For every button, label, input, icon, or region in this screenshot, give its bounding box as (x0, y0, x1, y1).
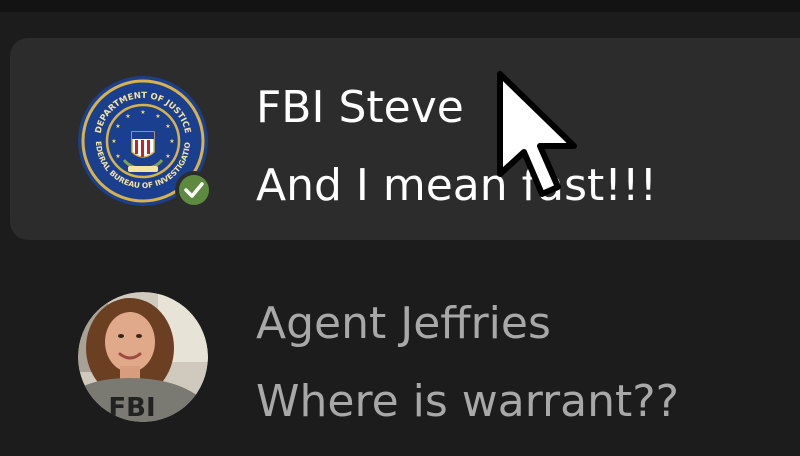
chat-list: DEPARTMENT OF JUSTICE FEDERAL BUREAU OF … (0, 12, 800, 450)
verified-check-icon (175, 171, 213, 209)
chat-message-preview: Where is warrant?? (256, 376, 679, 427)
chat-name: Agent Jeffries (256, 298, 551, 349)
chat-message-preview: And I mean fast!!! (256, 160, 658, 211)
shirt-text: FBI (108, 393, 155, 422)
chat-item-agent-jeffries[interactable]: FBI Agent Jeffries Where is warrant?? (10, 254, 800, 456)
profile-photo: FBI (78, 292, 208, 423)
chat-name: FBI Steve (256, 82, 464, 133)
svg-text:★: ★ (155, 113, 160, 120)
svg-text:★: ★ (111, 138, 116, 145)
svg-text:★: ★ (115, 123, 120, 130)
mouse-pointer-icon (497, 71, 577, 197)
top-bar (0, 0, 800, 12)
avatar: DEPARTMENT OF JUSTICE FEDERAL BUREAU OF … (75, 69, 213, 209)
svg-text:★: ★ (165, 123, 170, 130)
svg-text:★: ★ (125, 113, 130, 120)
svg-text:★: ★ (115, 153, 120, 160)
svg-text:★: ★ (165, 153, 170, 160)
svg-text:★: ★ (140, 109, 145, 116)
avatar: FBI (78, 292, 208, 423)
svg-text:★: ★ (169, 138, 174, 145)
chat-item-fbi-steve[interactable]: DEPARTMENT OF JUSTICE FEDERAL BUREAU OF … (10, 38, 800, 240)
